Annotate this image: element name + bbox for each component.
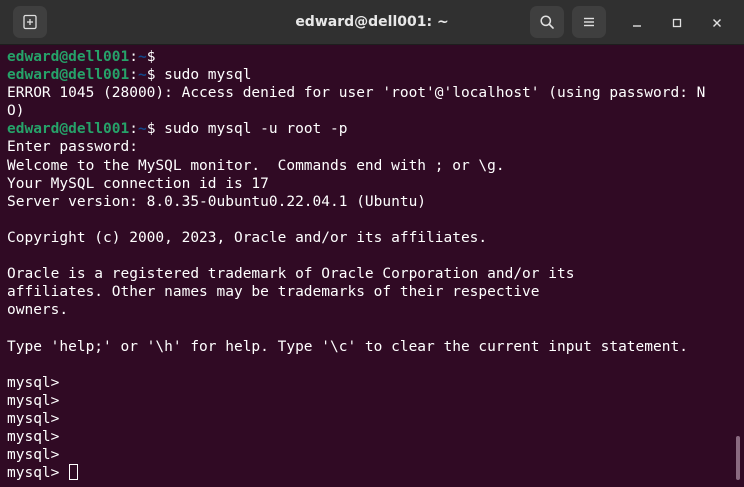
output-line: ERROR 1045 (28000): Access denied for us…	[7, 84, 735, 102]
mysql-prompt-line: mysql>	[7, 428, 735, 446]
terminal-scrollbar[interactable]	[736, 436, 740, 480]
prompt-path: ~	[137, 49, 147, 65]
prompt-symbol: $	[146, 121, 165, 138]
shell-prompt-line: edward@dell001:~$	[7, 48, 735, 66]
mysql-prompt-line: mysql>	[7, 446, 735, 464]
prompt-user-host: edward@dell001	[7, 121, 130, 138]
menu-button[interactable]	[572, 6, 606, 38]
maximize-icon	[671, 17, 683, 29]
prompt-separator: :	[129, 121, 138, 138]
line-text: mysql>	[7, 392, 69, 409]
close-icon	[711, 17, 723, 29]
line-text: mysql>	[7, 428, 69, 445]
terminal-window: edward@dell001: ~ edward@dell001:~$ edwa…	[0, 0, 744, 487]
line-text: Enter password:	[7, 139, 147, 156]
line-text: mysql>	[7, 374, 69, 391]
line-text: sudo mysql	[164, 67, 252, 84]
line-text: Type 'help;' or '\h' for help. Type '\c'…	[7, 338, 688, 355]
line-text: Server version: 8.0.35-0ubuntu0.22.04.1 …	[7, 193, 427, 210]
prompt-symbol: $	[146, 67, 165, 84]
search-button[interactable]	[530, 6, 564, 38]
prompt-separator: :	[129, 49, 138, 65]
prompt-user-host: edward@dell001	[7, 67, 130, 84]
shell-prompt-line: edward@dell001:~$ sudo mysql -u root -p	[7, 120, 735, 138]
shell-prompt-line: edward@dell001:~$ sudo mysql	[7, 66, 735, 84]
prompt-user-host: edward@dell001	[7, 49, 130, 65]
output-line: Your MySQL connection id is 17	[7, 175, 735, 193]
line-text: affiliates. Other names may be trademark…	[7, 284, 540, 301]
minimize-icon	[631, 17, 643, 29]
line-text: Oracle is a registered trademark of Orac…	[7, 266, 575, 283]
mysql-prompt-line: mysql>	[7, 464, 735, 482]
line-text: ERROR 1045 (28000): Access denied for us…	[7, 85, 706, 102]
mysql-prompt-line: mysql>	[7, 392, 735, 410]
line-text: mysql>	[7, 447, 69, 464]
prompt-path: ~	[137, 121, 147, 138]
prompt-symbol: $	[146, 49, 165, 65]
search-icon	[539, 14, 555, 30]
line-text: Your MySQL connection id is 17	[7, 175, 269, 192]
output-line: Type 'help;' or '\h' for help. Type '\c'…	[7, 338, 735, 356]
output-line: O)	[7, 102, 735, 120]
output-line: Oracle is a registered trademark of Orac…	[7, 265, 735, 283]
line-text: sudo mysql -u root -p	[164, 121, 348, 138]
output-line: Enter password:	[7, 138, 735, 156]
text-cursor[interactable]	[69, 464, 79, 481]
terminal-output[interactable]: edward@dell001:~$ edward@dell001:~$ sudo…	[7, 48, 735, 484]
output-line: Copyright (c) 2000, 2023, Oracle and/or …	[7, 229, 735, 247]
output-line: Server version: 8.0.35-0ubuntu0.22.04.1 …	[7, 193, 735, 211]
prompt-separator: :	[129, 67, 138, 84]
line-text: owners.	[7, 302, 69, 319]
output-line: Welcome to the MySQL monitor. Commands e…	[7, 157, 735, 175]
maximize-button[interactable]	[666, 12, 688, 34]
close-button[interactable]	[706, 12, 728, 34]
line-text: mysql>	[7, 410, 69, 427]
hamburger-menu-icon	[582, 15, 596, 29]
output-line: owners.	[7, 301, 735, 319]
title-bar[interactable]: edward@dell001: ~	[0, 0, 744, 45]
output-line: affiliates. Other names may be trademark…	[7, 283, 735, 301]
line-text: Copyright (c) 2000, 2023, Oracle and/or …	[7, 229, 488, 246]
prompt-path: ~	[137, 67, 147, 84]
line-text: Welcome to the MySQL monitor. Commands e…	[7, 157, 505, 174]
line-text: O)	[7, 103, 25, 120]
mysql-prompt-line: mysql>	[7, 374, 735, 392]
minimize-button[interactable]	[626, 12, 648, 34]
line-text: mysql>	[7, 465, 69, 482]
mysql-prompt-line: mysql>	[7, 410, 735, 428]
